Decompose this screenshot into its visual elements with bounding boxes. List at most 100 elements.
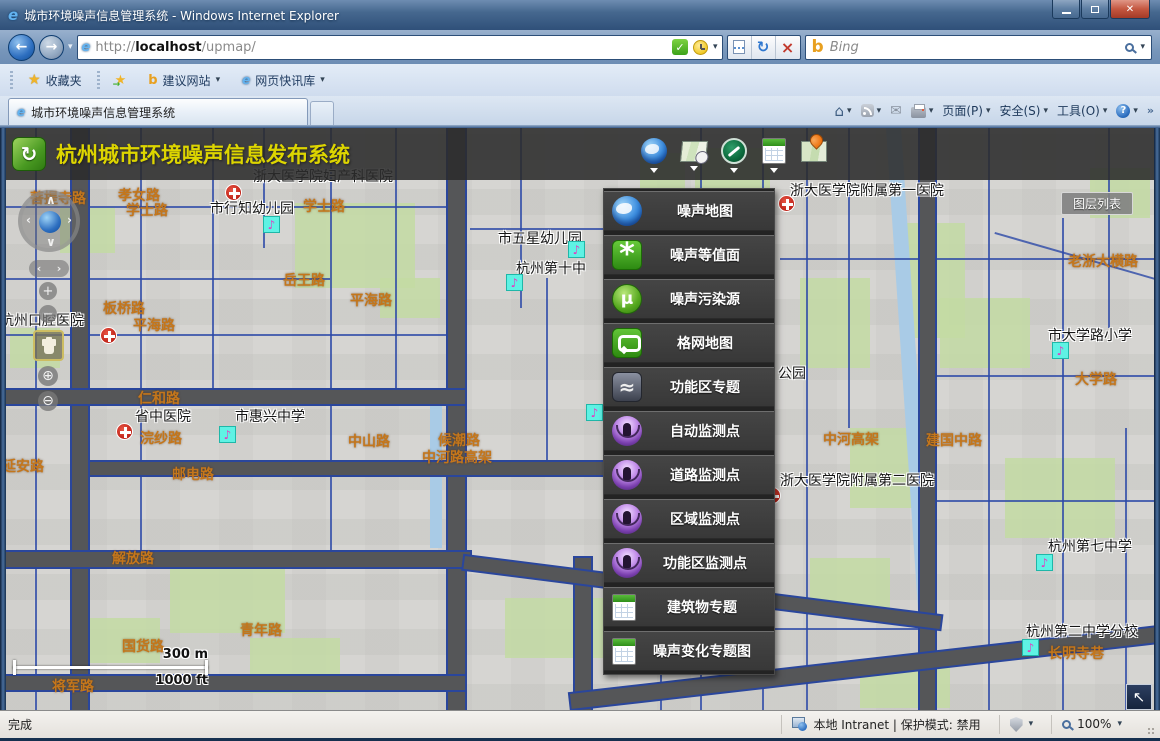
street-label: 学士路 (303, 196, 345, 216)
layer-list-button[interactable]: 图层列表 (1061, 192, 1133, 215)
monitor-marker[interactable]: ♪ (1036, 554, 1053, 571)
pan-right-icon[interactable]: › (67, 213, 72, 227)
pan-hand-tool[interactable] (33, 330, 64, 361)
tools-menu-button[interactable]: 工具(O)▾ (1057, 102, 1107, 119)
protection-shield-icon (1010, 717, 1023, 732)
protected-mode-control[interactable]: ▾ (999, 715, 1044, 734)
street-label: 中山路 (348, 431, 390, 451)
data-table-button[interactable] (760, 132, 788, 177)
globe-center-icon[interactable] (39, 211, 61, 233)
monitor-marker[interactable]: ♪ (263, 216, 280, 233)
page-title: 杭州城市环境噪声信息发布系统 (56, 139, 350, 169)
poi-label: 浙大医学院附属第一医院 (790, 180, 944, 200)
suggested-sites-dropdown[interactable]: ▾ (216, 75, 221, 85)
pan-down-icon[interactable]: ∨ (46, 235, 56, 249)
monitor-marker[interactable]: ♪ (586, 404, 603, 421)
monitor-marker[interactable]: ♪ (1022, 639, 1039, 656)
tab-active[interactable]: e 城市环境噪声信息管理系统 (8, 98, 308, 125)
feeds-button[interactable]: ▾ (861, 104, 882, 117)
search-dropdown[interactable]: ▾ (1140, 42, 1145, 52)
street-line (1125, 428, 1127, 710)
zoom-in-button[interactable]: + (39, 282, 57, 300)
status-text: 完成 (8, 716, 32, 733)
search-magnifier-icon[interactable] (1125, 43, 1134, 52)
favorites-label: 收藏夹 (46, 72, 82, 89)
resize-grip[interactable] (1144, 720, 1154, 730)
poi-label: 省中医院 (135, 406, 191, 426)
add-favorite-button[interactable]: ★ (108, 70, 134, 91)
suggested-sites-button[interactable]: b 建议网站 ▾ (141, 69, 227, 92)
home-button[interactable]: ⌂▾ (835, 102, 852, 120)
safety-menu-button[interactable]: 安全(S)▾ (1000, 102, 1049, 119)
zoom-out-button[interactable]: − (39, 305, 57, 323)
map-view-icon (680, 141, 708, 162)
menu-item-1[interactable]: 噪声地图 (604, 191, 774, 231)
pan-compass[interactable]: ∧ ∨ ‹ › (18, 190, 80, 252)
menu-item-4[interactable]: 格网地图 (604, 323, 774, 363)
forward-button[interactable]: → (39, 35, 64, 60)
data-table-icon (762, 138, 786, 164)
menu-item-5[interactable]: 功能区专题 (604, 367, 774, 407)
printer-icon (911, 107, 926, 118)
stop-button[interactable]: × (776, 36, 800, 59)
pan-left-icon[interactable]: ‹ (26, 213, 31, 227)
map-view-button[interactable] (680, 132, 708, 177)
minimize-button[interactable] (1052, 0, 1080, 19)
monitor-marker[interactable]: ♪ (219, 426, 236, 443)
monitor-point-icon (612, 460, 642, 490)
address-bar[interactable]: e http://localhost/upmap/ ✓ ▾ (77, 35, 723, 60)
monitor-marker[interactable]: ♪ (568, 241, 585, 258)
map-pin-button[interactable] (800, 132, 828, 177)
street-label: 浣纱路 (140, 428, 182, 448)
favorites-button[interactable]: ★ 收藏夹 (21, 69, 89, 92)
monitor-point-icon (612, 548, 642, 578)
url-text[interactable]: http://localhost/upmap/ (95, 40, 667, 55)
zoom-control[interactable]: 100% ▾ (1051, 715, 1132, 734)
search-box[interactable]: b Bing ▾ (805, 35, 1152, 60)
history-dropdown[interactable]: ▾ (68, 42, 73, 52)
toolbar-grip (97, 71, 100, 89)
magnify-in-button[interactable]: ⊕ (38, 366, 58, 386)
basemap-globe-button[interactable] (640, 132, 668, 177)
intranet-icon (792, 717, 807, 731)
street-label: 学士路 (126, 200, 168, 220)
rotate-control[interactable]: ‹› (29, 260, 69, 277)
help-button[interactable]: ?▾ (1116, 104, 1138, 118)
status-bar: 完成 本地 Intranet | 保护模式: 禁用 ▾ 100% ▾ (0, 710, 1160, 741)
page-icon: e (82, 40, 91, 55)
back-button[interactable]: ← (8, 34, 35, 61)
menu-item-6[interactable]: 自动监测点 (604, 411, 774, 451)
compass-tool-button[interactable] (720, 132, 748, 177)
web-slices-dropdown[interactable]: ▾ (320, 75, 325, 85)
compatibility-view-button[interactable] (728, 36, 752, 59)
monitor-marker[interactable]: ♪ (1052, 342, 1069, 359)
suggested-sites-label: 建议网站 (163, 72, 211, 89)
close-button[interactable]: ✕ (1110, 0, 1150, 19)
menu-item-label: 自动监测点 (642, 421, 774, 441)
monitor-marker[interactable]: ♪ (506, 274, 523, 291)
magnify-out-button[interactable]: ⊖ (38, 391, 58, 411)
web-slices-label: 网页快讯库 (255, 72, 315, 89)
full-extent-button[interactable]: ↖ (1126, 684, 1152, 710)
menu-item-9[interactable]: 功能区监测点 (604, 543, 774, 583)
menu-item-3[interactable]: 噪声污染源 (604, 279, 774, 319)
address-dropdown[interactable]: ▾ (713, 42, 718, 52)
more-tools-chevron[interactable]: » (1147, 104, 1154, 117)
web-slices-button[interactable]: e 网页快讯库 ▾ (235, 69, 332, 92)
new-tab-stub[interactable] (310, 101, 334, 125)
map-canvas[interactable]: 菩提寺路孝女路学士路学士路岳王路平海路板桥路平海路仁和路浣纱路中山路邮电路候潮路… (0, 128, 1160, 710)
menu-item-2[interactable]: 噪声等值面 (604, 235, 774, 275)
street-label: 延安路 (2, 456, 44, 476)
compass-tool-icon (721, 138, 747, 164)
page-menu-button[interactable]: 页面(P)▾ (942, 102, 990, 119)
menu-item-11[interactable]: 噪声变化专题图 (604, 631, 774, 671)
menu-item-7[interactable]: 道路监测点 (604, 455, 774, 495)
mail-button[interactable]: ✉ (890, 103, 902, 119)
monitor-point-icon (612, 504, 642, 534)
maximize-button[interactable] (1081, 0, 1109, 19)
menu-item-8[interactable]: 区域监测点 (604, 499, 774, 539)
menu-item-10[interactable]: 建筑物专题 (604, 587, 774, 627)
pan-up-icon[interactable]: ∧ (46, 193, 56, 207)
print-button[interactable]: ▾ (911, 104, 934, 118)
refresh-button[interactable]: ↻ (752, 36, 776, 59)
